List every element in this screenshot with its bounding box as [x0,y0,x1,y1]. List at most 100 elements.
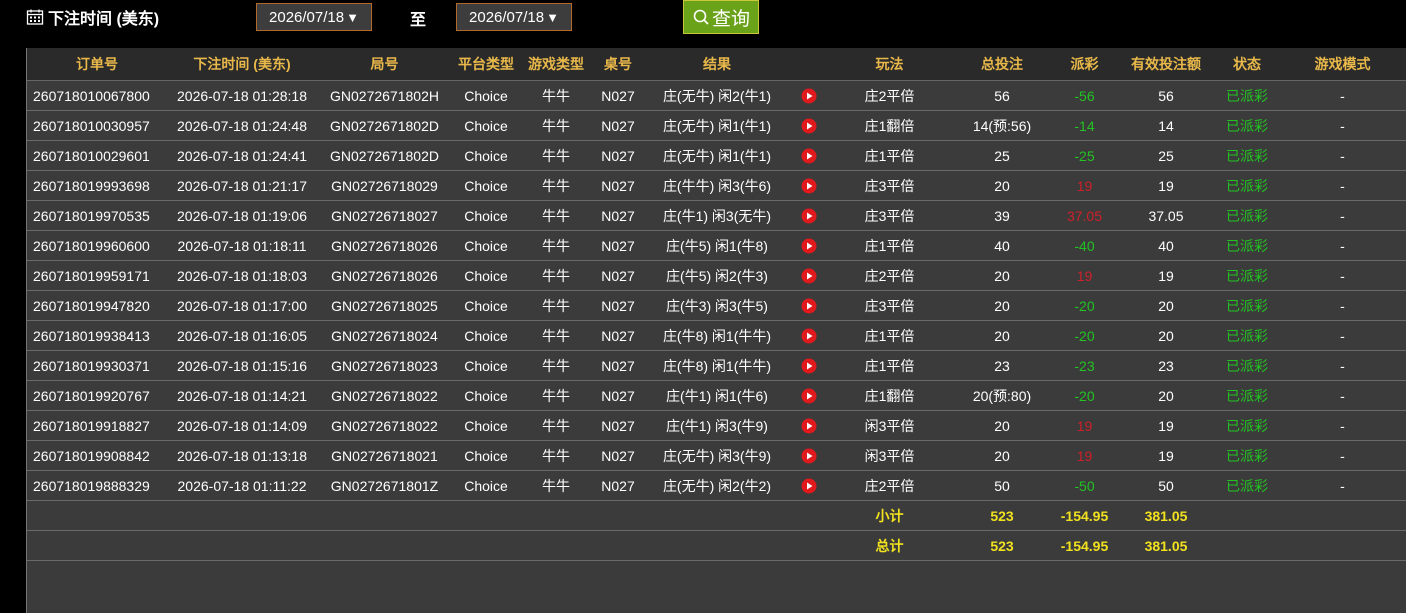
table-no: N027 [592,170,644,201]
result: 庄(无牛) 闲2(牛2) [644,470,790,501]
empty-cell [27,500,167,531]
result: 庄(无牛) 闲1(牛1) [644,140,790,171]
play-icon[interactable] [801,418,817,434]
play-icon[interactable] [801,208,817,224]
col-valid[interactable]: 有效投注额 [1116,48,1216,81]
play-type: 庄1平倍 [828,140,951,171]
play-icon[interactable] [801,268,817,284]
total-bet: 39 [951,200,1053,231]
order-id: 260718019938413 [27,320,167,351]
play-type: 庄3平倍 [828,290,951,321]
empty-cell [27,530,167,561]
play-icon[interactable] [801,178,817,194]
replay-cell [790,410,828,441]
total-row: 总计 523 -154.95 381.05 [27,530,1406,561]
play-type: 庄2平倍 [828,260,951,291]
play-icon[interactable] [801,88,817,104]
summary-label: 总计 [828,530,951,561]
empty-cell [167,530,317,561]
replay-cell [790,380,828,411]
status-badge: 已派彩 [1216,170,1278,201]
game-mode: - [1278,200,1406,231]
empty-cell [644,530,790,561]
play-icon[interactable] [801,148,817,164]
date-from-select[interactable]: 2026/07/18 ▼ [256,3,372,31]
platform: Choice [452,80,520,111]
col-payout[interactable]: 派彩 [1053,48,1116,81]
table-row: 260718019888329 2026-07-18 01:11:22 GN0272… [27,470,1406,501]
payout: -56 [1053,80,1116,111]
payout: 37.05 [1053,200,1116,231]
game-mode: - [1278,290,1406,321]
status-badge: 已派彩 [1216,380,1278,411]
col-platform[interactable]: 平台类型 [452,48,520,81]
col-order[interactable]: 订单号 [27,48,167,81]
play-icon[interactable] [801,388,817,404]
total-bet: 25 [951,140,1053,171]
play-icon[interactable] [801,448,817,464]
game-type: 牛牛 [520,440,592,471]
query-button[interactable]: 查询 [683,0,759,34]
col-mode[interactable]: 游戏模式 [1278,48,1406,81]
round-id: GN0272671802D [317,140,452,171]
game-mode: - [1278,230,1406,261]
round-id: GN02726718029 [317,170,452,201]
empty-cell [790,500,828,531]
play-type: 庄1翻倍 [828,110,951,141]
play-icon[interactable] [801,118,817,134]
play-icon[interactable] [801,328,817,344]
game-type: 牛牛 [520,410,592,441]
col-status[interactable]: 状态 [1216,48,1278,81]
valid-bet: 19 [1116,260,1216,291]
status-badge: 已派彩 [1216,110,1278,141]
play-icon[interactable] [801,478,817,494]
game-type: 牛牛 [520,320,592,351]
result: 庄(牛5) 闲2(牛3) [644,260,790,291]
col-result[interactable]: 结果 [644,48,790,81]
result: 庄(无牛) 闲2(牛1) [644,80,790,111]
col-round[interactable]: 局号 [317,48,452,81]
play-icon[interactable] [801,238,817,254]
replay-cell [790,320,828,351]
replay-cell [790,200,828,231]
game-type: 牛牛 [520,110,592,141]
filter-title: 下注时间 (美东) [26,6,159,28]
result: 庄(牛1) 闲3(牛9) [644,410,790,441]
date-to-select[interactable]: 2026/07/18 ▼ [456,3,572,31]
round-id: GN02726718022 [317,410,452,441]
col-bet[interactable]: 总投注 [951,48,1053,81]
col-table[interactable]: 桌号 [592,48,644,81]
total-bet: 23 [951,350,1053,381]
table-no: N027 [592,110,644,141]
valid-bet: 56 [1116,80,1216,111]
order-id: 260718019970535 [27,200,167,231]
total-bet: 20 [951,410,1053,441]
empty-cell [592,530,644,561]
play-icon[interactable] [801,358,817,374]
empty-cell [1216,530,1278,561]
game-type: 牛牛 [520,80,592,111]
game-type: 牛牛 [520,170,592,201]
table-row: 260718019938413 2026-07-18 01:16:05 GN0272… [27,320,1406,351]
valid-bet: 14 [1116,110,1216,141]
table-no: N027 [592,80,644,111]
table-row: 260718019930371 2026-07-18 01:15:16 GN0272… [27,350,1406,381]
game-type: 牛牛 [520,380,592,411]
payout: -23 [1053,350,1116,381]
table-row: 260718010029601 2026-07-18 01:24:41 GN0272… [27,140,1406,171]
col-play[interactable]: 玩法 [828,48,951,81]
payout: -14 [1053,110,1116,141]
round-id: GN0272671801Z [317,470,452,501]
play-icon[interactable] [801,298,817,314]
payout: -20 [1053,290,1116,321]
empty-cell [644,500,790,531]
bet-time: 2026-07-18 01:14:09 [167,410,317,441]
payout: 19 [1053,410,1116,441]
triangle-down-icon: ▼ [546,9,559,25]
status-badge: 已派彩 [1216,230,1278,261]
col-time[interactable]: 下注时间 (美东) [167,48,317,81]
query-label: 查询 [711,8,750,30]
col-game[interactable]: 游戏类型 [520,48,592,81]
calendar-icon [26,9,44,25]
bet-time: 2026-07-18 01:19:06 [167,200,317,231]
